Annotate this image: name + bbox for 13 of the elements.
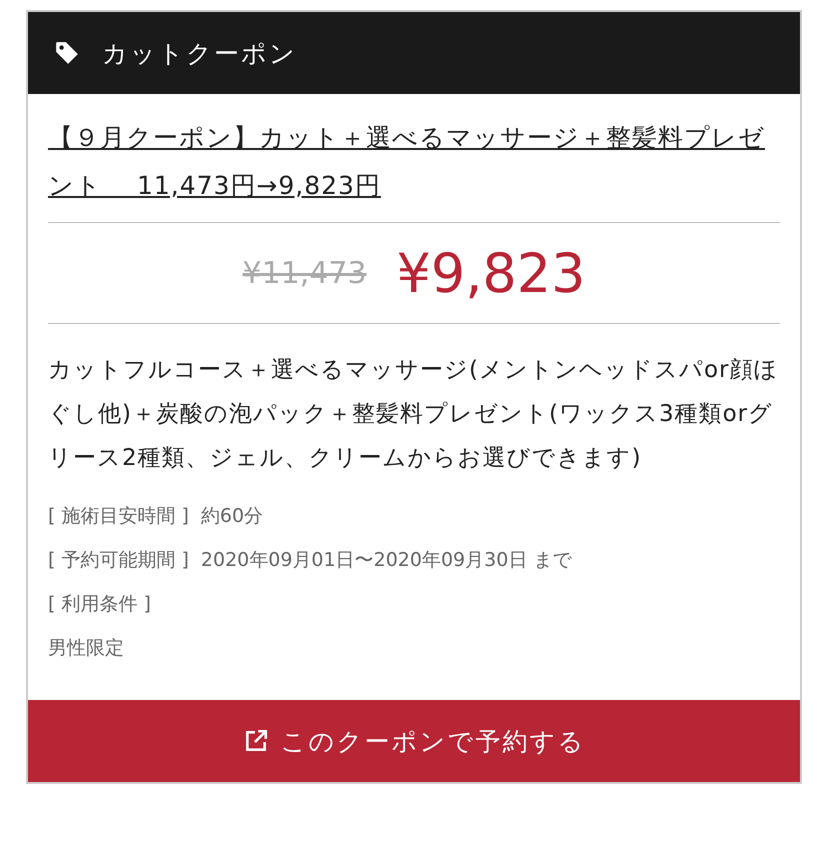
sale-price: ¥9,823 <box>396 242 586 304</box>
detail-label: [ 利用条件 ] <box>48 592 151 617</box>
header-title: カットクーポン <box>102 38 297 70</box>
coupon-title-link[interactable]: 【９月クーポン】カット＋選べるマッサージ＋整髪料プレゼント 11,473円→9,823円 <box>48 114 780 222</box>
coupon-description: カットフルコース＋選べるマッサージ(メントンヘッドスパor顔ほぐし他)＋炭酸の泡パック＋整髪料プレゼント(ワックス3種類orグリース2種類、ジェル、クリームからお選びできます) <box>48 356 780 473</box>
original-price: ¥11,473 <box>242 256 367 290</box>
detail-label: [ 予約可能期間 ] <box>48 548 189 573</box>
detail-value: 男性限定 <box>48 636 124 661</box>
reserve-button[interactable]: このクーポンで予約する <box>28 700 800 782</box>
detail-value: 2020年09月01日〜2020年09月30日 まで <box>200 548 572 573</box>
tag-icon <box>54 40 80 66</box>
detail-value: 約60分 <box>200 504 264 529</box>
detail-label: [ 施術目安時間 ] <box>48 504 189 529</box>
